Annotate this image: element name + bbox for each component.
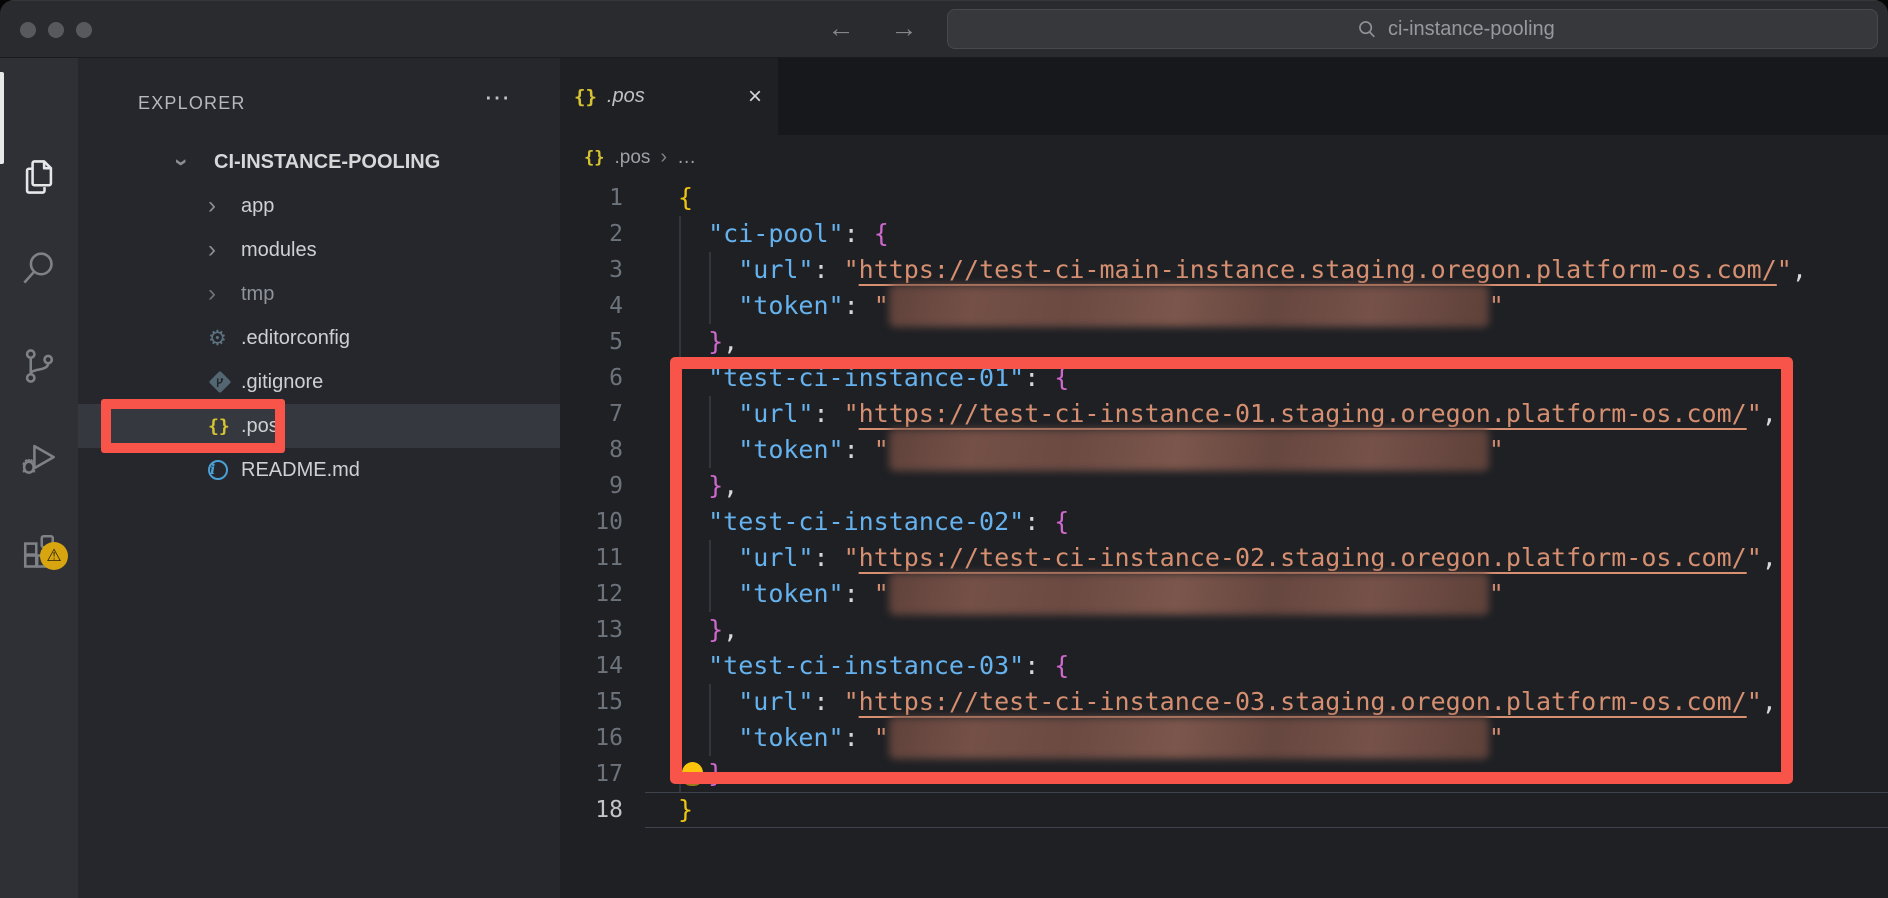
command-center-search[interactable]: ci-instance-pooling bbox=[947, 9, 1878, 49]
line-number[interactable]: 15 bbox=[560, 684, 623, 720]
code-line[interactable]: 1{ bbox=[560, 180, 1888, 216]
line-number[interactable]: 3 bbox=[560, 252, 623, 288]
chevron-right-icon: › bbox=[208, 196, 241, 216]
info-icon: i bbox=[208, 460, 228, 480]
line-number[interactable]: 2 bbox=[560, 216, 623, 252]
extensions-warning-badge: ⚠ bbox=[40, 542, 68, 570]
line-number[interactable]: 17 bbox=[560, 756, 623, 792]
code-text: } bbox=[623, 792, 693, 828]
line-number[interactable]: 11 bbox=[560, 540, 623, 576]
tab-label: .pos bbox=[607, 85, 645, 108]
vscode-window: ← → ci-instance-pooling bbox=[0, 0, 1888, 898]
breadcrumb-symbol[interactable]: … bbox=[677, 147, 696, 169]
more-actions-icon[interactable]: ⋯ bbox=[484, 82, 510, 112]
code-text: "token": "" bbox=[623, 288, 1504, 324]
file-tree-root[interactable]: › CI-INSTANCE-POOLING bbox=[78, 140, 560, 184]
sidebar-header: EXPLORER ⋯ bbox=[78, 88, 560, 118]
code-line[interactable]: 3 "url": "https://test-ci-main-instance.… bbox=[560, 252, 1888, 288]
chevron-down-icon: › bbox=[178, 152, 214, 172]
file-tree-item-app[interactable]: ›app bbox=[78, 184, 560, 228]
file-tree-item-gitignore[interactable]: .gitignore bbox=[78, 360, 560, 404]
redacted-token bbox=[889, 285, 1489, 327]
file-tree-item-tmp[interactable]: ›tmp bbox=[78, 272, 560, 316]
json-icon: {} bbox=[574, 86, 597, 108]
line-number[interactable]: 9 bbox=[560, 468, 623, 504]
search-icon bbox=[1356, 18, 1378, 40]
run-debug-icon bbox=[17, 436, 61, 480]
git-icon bbox=[209, 371, 232, 394]
line-number[interactable]: 12 bbox=[560, 576, 623, 612]
traffic-light-zoom[interactable] bbox=[76, 22, 92, 38]
line-number[interactable]: 18 bbox=[560, 792, 623, 828]
title-bar: ← → ci-instance-pooling bbox=[0, 0, 1888, 58]
sidebar-title: EXPLORER bbox=[138, 88, 246, 118]
file-label: modules bbox=[241, 239, 317, 262]
line-number[interactable]: 7 bbox=[560, 396, 623, 432]
line-number[interactable]: 13 bbox=[560, 612, 623, 648]
breadcrumb-file[interactable]: .pos bbox=[614, 147, 650, 169]
forward-button[interactable]: → bbox=[884, 0, 924, 58]
chevron-right-icon: › bbox=[208, 284, 241, 304]
line-number[interactable]: 1 bbox=[560, 180, 623, 216]
breadcrumb: {} .pos › … bbox=[560, 135, 1888, 180]
tab-strip: {} .pos × bbox=[560, 58, 1888, 135]
code-text: }, bbox=[623, 324, 738, 360]
back-arrow-icon: ← bbox=[828, 13, 855, 43]
file-tree-item-README.md[interactable]: i README.md bbox=[78, 448, 560, 492]
close-icon[interactable]: × bbox=[748, 83, 762, 111]
file-label: tmp bbox=[241, 283, 274, 306]
line-number[interactable]: 10 bbox=[560, 504, 623, 540]
sidebar-item-explorer[interactable] bbox=[0, 145, 78, 209]
line-number[interactable]: 5 bbox=[560, 324, 623, 360]
forward-arrow-icon: → bbox=[891, 13, 918, 43]
traffic-light-close[interactable] bbox=[20, 22, 36, 38]
file-label: app bbox=[241, 195, 274, 218]
code-line[interactable]: 18} bbox=[560, 792, 1888, 828]
search-view-icon bbox=[17, 246, 61, 290]
root-folder-label: CI-INSTANCE-POOLING bbox=[214, 151, 440, 174]
json-icon: {} bbox=[584, 148, 604, 168]
chevron-right-icon: › bbox=[660, 146, 667, 169]
annotation-box-instances bbox=[670, 357, 1793, 784]
code-text: "url": "https://test-ci-main-instance.st… bbox=[623, 252, 1807, 288]
search-value: ci-instance-pooling bbox=[1388, 18, 1555, 41]
explorer-sidebar: EXPLORER ⋯ › CI-INSTANCE-POOLING ›app›mo… bbox=[78, 58, 560, 898]
sidebar-item-run-debug[interactable] bbox=[0, 426, 78, 490]
line-number[interactable]: 8 bbox=[560, 432, 623, 468]
back-button[interactable]: ← bbox=[821, 0, 861, 58]
line-number[interactable]: 4 bbox=[560, 288, 623, 324]
file-label: README.md bbox=[241, 459, 360, 482]
traffic-light-minimize[interactable] bbox=[48, 22, 64, 38]
line-number[interactable]: 16 bbox=[560, 720, 623, 756]
source-control-icon bbox=[17, 344, 61, 388]
file-label: .editorconfig bbox=[241, 327, 350, 350]
sidebar-item-extensions[interactable]: ⚠ bbox=[0, 518, 78, 582]
sidebar-item-source-control[interactable] bbox=[0, 334, 78, 398]
file-tree-item-modules[interactable]: ›modules bbox=[78, 228, 560, 272]
files-icon bbox=[17, 155, 61, 199]
gear-icon: ⚙ bbox=[208, 326, 227, 351]
code-line[interactable]: 5 }, bbox=[560, 324, 1888, 360]
code-line[interactable]: 4 "token": "" bbox=[560, 288, 1888, 324]
code-line[interactable]: 2 "ci-pool": { bbox=[560, 216, 1888, 252]
file-tree-item-editorconfig[interactable]: ⚙ .editorconfig bbox=[78, 316, 560, 360]
sidebar-item-search[interactable] bbox=[0, 236, 78, 300]
chevron-right-icon: › bbox=[208, 240, 241, 260]
annotation-box-pos-file bbox=[101, 399, 285, 453]
activity-bar: ⚠ bbox=[0, 58, 78, 898]
line-number[interactable]: 14 bbox=[560, 648, 623, 684]
line-number[interactable]: 6 bbox=[560, 360, 623, 396]
code-text: "ci-pool": { bbox=[623, 216, 889, 252]
tab-pos[interactable]: {} .pos × bbox=[560, 58, 778, 135]
file-label: .gitignore bbox=[241, 371, 323, 394]
code-text: { bbox=[623, 180, 693, 216]
